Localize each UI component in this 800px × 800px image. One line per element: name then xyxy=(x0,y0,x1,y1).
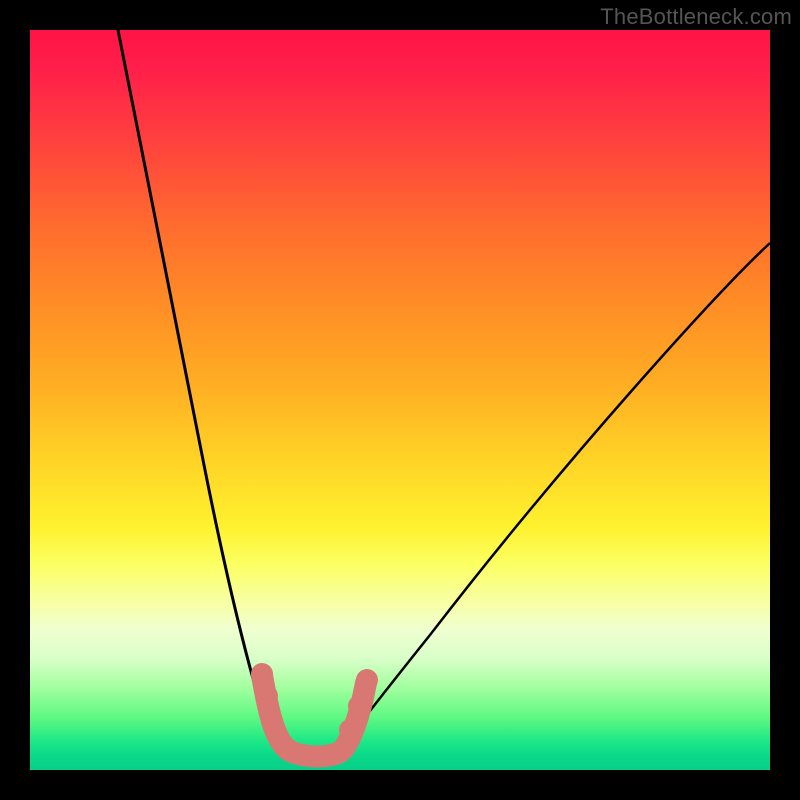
marker-dot xyxy=(256,685,278,707)
right-curve xyxy=(340,243,770,750)
marker-dot xyxy=(339,719,361,741)
plot-area xyxy=(30,30,770,770)
bottom-salmon-curve xyxy=(262,675,366,757)
watermark-text: TheBottleneck.com xyxy=(600,4,792,30)
left-curve xyxy=(118,30,280,750)
chart-frame: TheBottleneck.com xyxy=(0,0,800,800)
curve-layer xyxy=(30,30,770,770)
marker-dot xyxy=(251,663,273,685)
marker-dot xyxy=(356,669,378,691)
marker-dot xyxy=(348,695,370,717)
